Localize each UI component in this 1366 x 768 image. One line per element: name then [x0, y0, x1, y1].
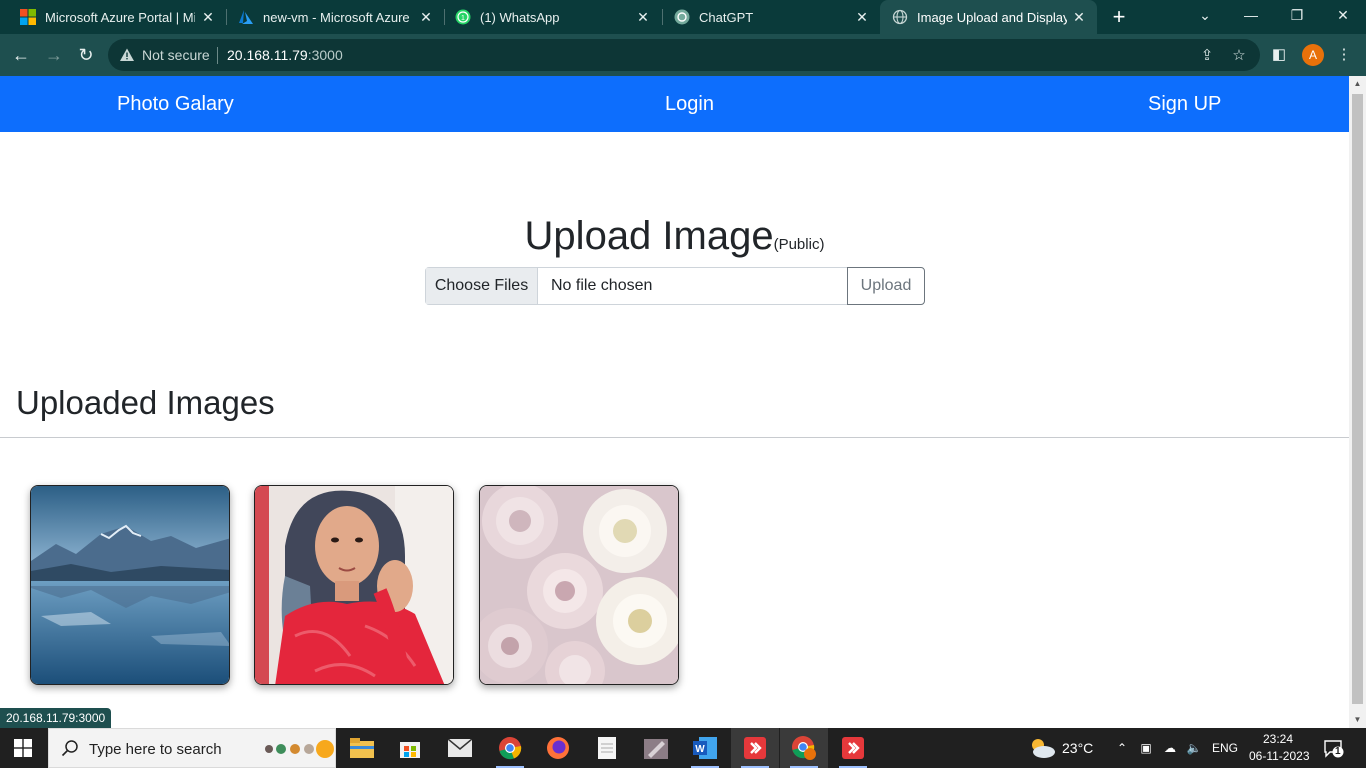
windows-start-icon[interactable] [14, 739, 32, 757]
close-tab-icon[interactable]: ✕ [635, 9, 651, 25]
notification-center-icon[interactable] [1324, 740, 1344, 758]
scroll-thumb[interactable] [1352, 94, 1363, 704]
tab-chatgpt[interactable]: ChatGPT ✕ [654, 0, 880, 34]
windows-taskbar: Type here to search W 23°C ⌃ ▣ ☁ 🔈 ENG 2… [0, 728, 1366, 768]
nav-signup-link[interactable]: Sign UP [1148, 93, 1221, 116]
chrome-icon[interactable] [780, 728, 828, 768]
minimize-icon[interactable]: — [1228, 0, 1274, 34]
notepad-icon[interactable] [583, 728, 631, 768]
azure-logo-icon [239, 10, 253, 24]
close-tab-icon[interactable]: ✕ [1071, 9, 1087, 25]
browser-toolbar: ← → ↻ Not secure 20.168.11.79:3000 ⇪ ☆ ◧… [0, 34, 1366, 76]
nav-login-link[interactable]: Login [665, 93, 714, 116]
weather-temperature[interactable]: 23°C [1062, 740, 1093, 756]
divider [0, 437, 1349, 438]
tab-title: Image Upload and Display [917, 9, 1067, 25]
close-tab-icon[interactable]: ✕ [854, 9, 870, 25]
tab-title: Microsoft Azure Portal | Micr [45, 9, 195, 25]
new-tab-button[interactable]: + [1108, 4, 1130, 30]
site-navbar: Photo Galary Login Sign UP [0, 76, 1349, 132]
remote-app-2-icon[interactable] [829, 728, 877, 768]
url-text[interactable]: 20.168.11.79:3000 [227, 47, 343, 63]
profile-avatar[interactable]: A [1302, 44, 1324, 66]
close-tab-icon[interactable]: ✕ [418, 9, 434, 25]
more-menu-icon[interactable]: ⋮ [1334, 44, 1354, 66]
forward-arrow-icon[interactable]: → [41, 42, 67, 68]
scroll-down-arrow-icon[interactable]: ▼ [1349, 712, 1366, 728]
remote-app-icon[interactable] [731, 728, 779, 768]
back-arrow-icon[interactable]: ← [8, 42, 34, 68]
tab-title: ChatGPT [699, 9, 754, 25]
upload-heading: Upload Image(Public) [0, 214, 1349, 259]
url-port: :3000 [307, 47, 343, 63]
tab-search-chevron-icon[interactable]: ⌄ [1182, 0, 1228, 34]
microsoft-store-icon[interactable] [386, 728, 434, 768]
chrome-profile-icon[interactable] [486, 728, 534, 768]
reload-icon[interactable]: ↻ [73, 42, 99, 68]
tab-image-upload[interactable]: Image Upload and Display ✕ [880, 0, 1097, 34]
microsoft-logo-icon [20, 9, 36, 25]
globe-icon [892, 9, 908, 25]
page-scrollbar[interactable]: ▲ ▼ [1349, 76, 1366, 728]
window-close-icon[interactable]: ✕ [1320, 0, 1366, 34]
volume-icon[interactable]: 🔈 [1186, 740, 1202, 756]
tab-azure-portal[interactable]: Microsoft Azure Portal | Micr ✕ [0, 0, 226, 34]
search-highlight-planets-icon [265, 740, 334, 758]
taskbar-search-box[interactable]: Type here to search [48, 728, 336, 768]
network-device-icon[interactable]: ▣ [1138, 740, 1154, 756]
nav-brand-link[interactable]: Photo Galary [117, 93, 234, 116]
tab-title: (1) WhatsApp [480, 9, 560, 25]
address-bar[interactable]: Not secure 20.168.11.79:3000 ⇪ ☆ [108, 39, 1260, 71]
onedrive-cloud-icon[interactable]: ☁ [1162, 740, 1178, 756]
chatgpt-logo-icon [674, 9, 690, 25]
status-bar-url: 20.168.11.79:3000 [0, 708, 112, 728]
uploaded-images-title: Uploaded Images [16, 384, 275, 421]
tab-whatsapp[interactable]: 1 (1) WhatsApp ✕ [435, 0, 661, 34]
file-explorer-icon[interactable] [338, 728, 386, 768]
choose-files-button[interactable]: Choose Files [426, 268, 538, 304]
language-indicator[interactable]: ENG [1212, 741, 1238, 755]
tab-new-vm[interactable]: new-vm - Microsoft Azure ✕ [218, 0, 444, 34]
security-status[interactable]: Not secure [142, 47, 210, 63]
chevron-up-icon[interactable]: ⌃ [1114, 740, 1130, 756]
firefox-icon[interactable] [534, 728, 582, 768]
file-input[interactable]: Choose Files No file chosen [425, 267, 848, 305]
photo-editor-icon[interactable] [632, 728, 680, 768]
divider [217, 47, 218, 64]
warning-icon[interactable] [119, 47, 135, 63]
close-tab-icon[interactable]: ✕ [200, 9, 216, 25]
upload-title: Upload Image [524, 214, 774, 258]
tab-title: new-vm - Microsoft Azure [263, 9, 410, 25]
page-viewport: Photo Galary Login Sign UP Upload Image(… [0, 76, 1349, 728]
whatsapp-logo-icon: 1 [455, 9, 471, 25]
share-icon[interactable]: ⇪ [1198, 47, 1216, 65]
clock-date[interactable]: 06-11-2023 [1249, 749, 1310, 763]
browser-tab-strip: Microsoft Azure Portal | Micr ✕ new-vm -… [0, 0, 1366, 34]
mountain-lake-image[interactable] [30, 485, 230, 685]
clock-time[interactable]: 23:24 [1263, 732, 1293, 746]
public-badge: (Public) [773, 236, 825, 253]
svg-text:1: 1 [461, 15, 465, 22]
search-icon [61, 740, 78, 757]
weather-cloud-icon[interactable] [1028, 738, 1056, 758]
word-icon[interactable]: W [681, 728, 729, 768]
notification-count: 1 [1335, 746, 1341, 757]
roses-bouquet-image[interactable] [479, 485, 679, 685]
portrait-woman-red-dress-image[interactable] [254, 485, 454, 685]
upload-button[interactable]: Upload [847, 267, 925, 305]
svg-text:W: W [695, 744, 705, 755]
no-file-label: No file chosen [551, 277, 653, 294]
restore-icon[interactable]: ❐ [1274, 0, 1320, 34]
url-host: 20.168.11.79 [227, 47, 308, 63]
bookmark-star-icon[interactable]: ☆ [1230, 47, 1248, 65]
scroll-up-arrow-icon[interactable]: ▲ [1349, 76, 1366, 92]
side-panel-icon[interactable]: ◧ [1269, 44, 1289, 66]
mail-icon[interactable] [436, 728, 484, 768]
search-placeholder: Type here to search [89, 741, 222, 758]
